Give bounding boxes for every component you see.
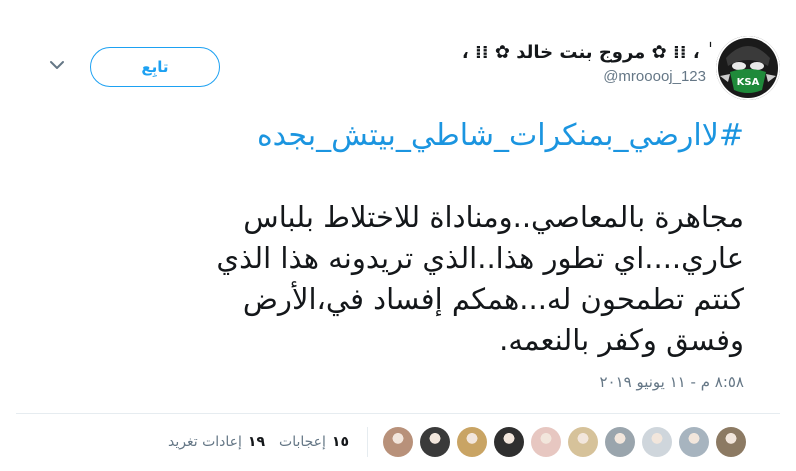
stats-divider [16,413,780,414]
masked-user-avatar-image: KSA [716,36,780,100]
retweets-label: إعادات تغريد [168,434,242,450]
user-avatar[interactable]: KSA [716,36,780,100]
liker-avatar-7[interactable] [605,427,635,457]
liker-avatar-2[interactable] [420,427,450,457]
username[interactable]: @mrooooj_123 [462,66,706,88]
retweets-count: ١٩ [247,434,266,450]
hashtag-link[interactable]: #لاارضي_بمنكرات_شاطي_بيتش_بجده [257,118,744,153]
liker-avatar-6[interactable] [568,427,598,457]
follow-button[interactable]: تابِع [90,47,220,87]
chevron-down-icon[interactable] [48,56,66,74]
tweet-text: مجاهرة بالمعاصي..ومناداة للاختلاط بلباس … [104,197,744,361]
retweets-stat[interactable]: ١٩ إعادات تغريد [168,434,265,450]
likes-count: ١٥ [331,434,349,450]
stat-separator [367,427,368,457]
avatar-ksa-text: KSA [737,77,760,88]
liker-avatars [376,427,746,457]
tweet-header: KSA ٰ ، ⁞⁞ ✿ مروج بنت خالد ✿ ⁞⁞ ، @mrooo… [16,34,780,104]
liker-avatar-10[interactable] [716,427,746,457]
display-name[interactable]: ٰ ، ⁞⁞ ✿ مروج بنت خالد ✿ ⁞⁞ ، [462,40,706,66]
likes-label: إعجابات [279,434,326,450]
tweet-text-line: وفسق وكفر بالنعمه. [499,323,744,357]
tweet-text-line: كنتم تطمحون له...همكم إفساد في،الأرض [242,282,744,316]
likes-stat[interactable]: ١٥ إعجابات [279,434,349,450]
tweet-text-line: عاري....اي تطور هذا..الذي تريدونه هذا ال… [216,241,744,275]
tweet-timestamp[interactable]: ٨:٥٨ م - ١١ يونيو ٢٠١٩ [599,373,744,391]
liker-avatar-1[interactable] [383,427,413,457]
liker-avatar-8[interactable] [642,427,672,457]
tweet-card: KSA ٰ ، ⁞⁞ ✿ مروج بنت خالد ✿ ⁞⁞ ، @mrooo… [0,0,796,471]
tweet-stats: ١٩ إعادات تغريد ١٥ إعجابات [154,427,746,457]
liker-avatar-4[interactable] [494,427,524,457]
liker-avatar-3[interactable] [457,427,487,457]
liker-avatar-5[interactable] [531,427,561,457]
user-names: ٰ ، ⁞⁞ ✿ مروج بنت خالد ✿ ⁞⁞ ، @mrooooj_1… [462,40,706,88]
tweet-text-line: مجاهرة بالمعاصي..ومناداة للاختلاط بلباس [243,200,744,234]
liker-avatar-9[interactable] [679,427,709,457]
